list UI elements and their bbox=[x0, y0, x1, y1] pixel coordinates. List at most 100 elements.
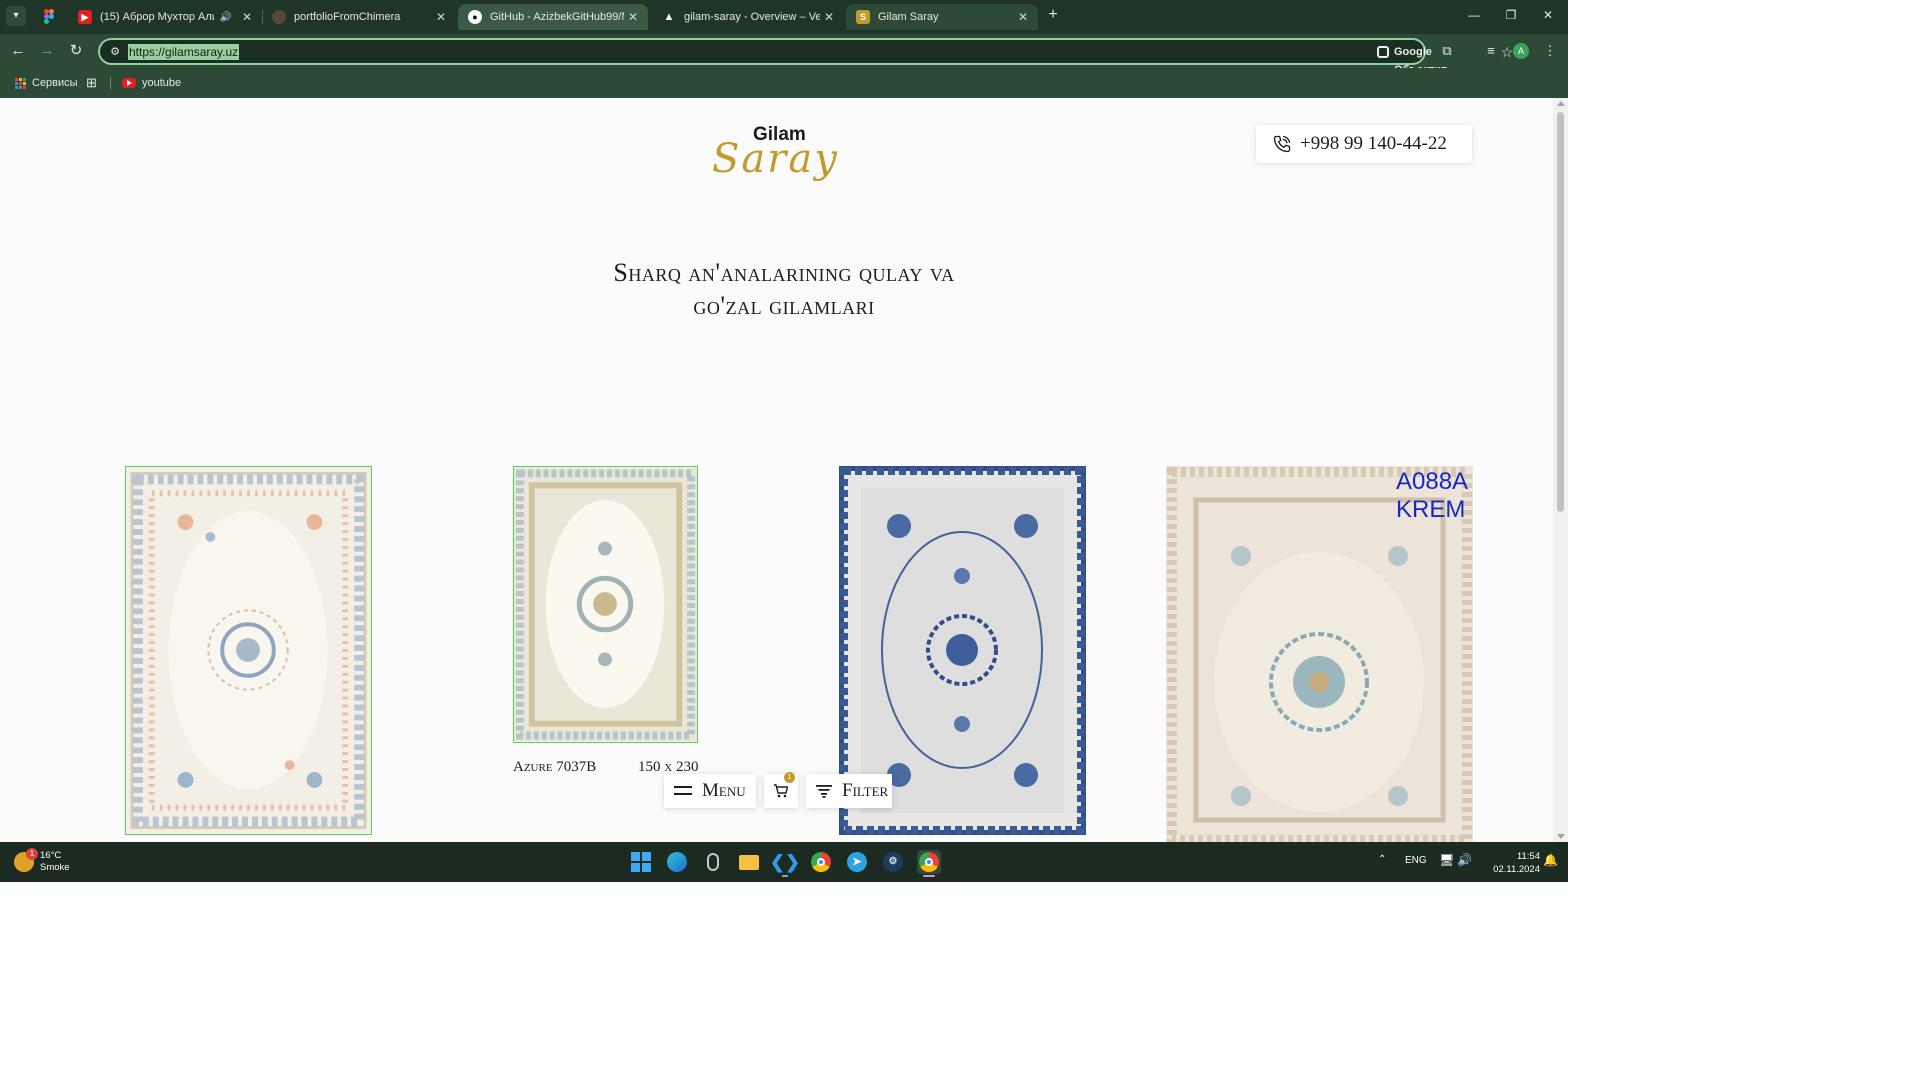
weather-widget[interactable]: 1 16°C Smoke bbox=[14, 848, 70, 875]
product-4-overlay-label: A088A KREM bbox=[1396, 468, 1468, 524]
figma-icon[interactable] bbox=[42, 9, 56, 25]
tab-title: GitHub - AzizbekGitHub99/My bbox=[490, 11, 624, 23]
hamburger-icon bbox=[674, 786, 692, 795]
site-logo[interactable]: Gilam Saray bbox=[710, 122, 860, 186]
extensions-icon[interactable]: ⧉ bbox=[1438, 42, 1456, 60]
phone-icon bbox=[1273, 135, 1291, 153]
tab-gilam-saray[interactable]: S Gilam Saray ✕ bbox=[846, 4, 1038, 30]
bomb-icon bbox=[272, 10, 286, 24]
clock-date: 02.11.2024 bbox=[1493, 864, 1540, 875]
product-2-name: Azure 7037B bbox=[513, 759, 597, 775]
notifications-icon[interactable]: 🔔 bbox=[1543, 853, 1558, 867]
chrome-icon[interactable] bbox=[809, 850, 833, 874]
media-control-icon[interactable]: ≡ bbox=[1482, 42, 1500, 60]
youtube-icon: ▶ bbox=[78, 10, 92, 24]
vscode-icon[interactable]: ❮❯ bbox=[770, 850, 800, 877]
product-card-2-image[interactable] bbox=[513, 466, 698, 743]
phone-button[interactable]: +998 99 140-44-22 bbox=[1256, 125, 1472, 163]
rug-pattern bbox=[126, 467, 371, 834]
hero-title: Sharq an'analarining qulay va go'zal gil… bbox=[520, 256, 1048, 322]
network-icon[interactable]: 🖥 bbox=[1439, 853, 1454, 867]
chrome-profile-icon[interactable] bbox=[917, 850, 941, 877]
windows-taskbar: 1 16°C Smoke ❮❯ ➤ ⚙ ⌃ ENG 🖥 🔊 11:54 02.1… bbox=[0, 842, 1568, 882]
overlay-line-1: A088A bbox=[1396, 468, 1469, 495]
clock-time: 11:54 bbox=[1516, 851, 1540, 862]
filter-label: Filter bbox=[842, 780, 889, 801]
tab-search-button[interactable]: ▾ bbox=[6, 6, 26, 26]
rug-pattern bbox=[514, 467, 697, 742]
scroll-down-icon[interactable] bbox=[1557, 834, 1565, 839]
tab-groups-icon[interactable]: ⊞ bbox=[86, 75, 97, 91]
running-indicator bbox=[782, 875, 788, 877]
tab-close-icon[interactable]: ✕ bbox=[238, 10, 256, 24]
filter-icon bbox=[816, 785, 832, 798]
tab-close-icon[interactable]: ✕ bbox=[624, 10, 642, 24]
forward-icon[interactable]: → bbox=[38, 42, 56, 60]
tab-title: (15) Аброр Мухтор Алий Мухт bbox=[100, 11, 214, 23]
github-icon: ● bbox=[468, 10, 482, 24]
lens-icon bbox=[1377, 46, 1389, 58]
speaker-icon[interactable]: 🔊 bbox=[220, 12, 232, 23]
edge-icon[interactable] bbox=[665, 850, 689, 874]
address-bar[interactable]: ⚙ https://gilamsaray.uz Google Объектив … bbox=[98, 38, 1513, 76]
page-scrollbar[interactable] bbox=[1553, 98, 1568, 842]
youtube-icon bbox=[122, 78, 136, 88]
new-tab-button[interactable]: + bbox=[1043, 6, 1063, 24]
vercel-icon: ▲ bbox=[663, 11, 675, 23]
weather-badge: 1 bbox=[26, 848, 38, 860]
tab-close-icon[interactable]: ✕ bbox=[1014, 10, 1032, 24]
cart-icon bbox=[774, 784, 789, 798]
bookmark-label: youtube bbox=[142, 77, 182, 89]
product-card-1-image[interactable] bbox=[125, 466, 372, 835]
bookmarks-bar: Сервисы ⊞ youtube bbox=[0, 68, 1568, 98]
tab-title: Gilam Saray bbox=[878, 11, 939, 23]
hero-line-2: go'zal gilamlari bbox=[693, 291, 875, 320]
telegram-icon[interactable]: ➤ bbox=[845, 850, 869, 874]
bookmark-label: Сервисы bbox=[32, 77, 78, 89]
tab-strip: ▾ ▶ (15) Аброр Мухтор Алий Мухт 🔊 ✕ port… bbox=[0, 0, 1568, 34]
logo-bottom-text: Saray bbox=[712, 136, 839, 182]
url-text[interactable]: https://gilamsaray.uz bbox=[128, 44, 240, 60]
windows-start-icon[interactable] bbox=[629, 850, 653, 874]
steam-icon[interactable]: ⚙ bbox=[881, 850, 905, 874]
tab-github[interactable]: ● GitHub - AzizbekGitHub99/My ✕ bbox=[458, 4, 648, 30]
scroll-up-icon[interactable] bbox=[1557, 101, 1565, 106]
weather-icon: 1 bbox=[14, 848, 38, 872]
tray-overflow-icon[interactable]: ⌃ bbox=[1378, 854, 1386, 865]
restore-icon[interactable]: ❐ bbox=[1501, 8, 1521, 22]
language-indicator[interactable]: ENG bbox=[1405, 855, 1427, 866]
browser-menu-icon[interactable]: ⋮ bbox=[1541, 42, 1559, 60]
menu-button[interactable]: Menu bbox=[664, 774, 756, 808]
cart-count-badge: 1 bbox=[784, 772, 795, 783]
gilam-saray-icon: S bbox=[856, 10, 870, 24]
tab-close-icon[interactable]: ✕ bbox=[820, 10, 838, 24]
overlay-line-2: KREM bbox=[1396, 496, 1466, 523]
back-icon[interactable]: ← bbox=[9, 42, 27, 60]
tab-close-icon[interactable]: ✕ bbox=[432, 10, 450, 24]
tab-portfolio[interactable]: portfolioFromChimera ✕ bbox=[262, 4, 456, 30]
cart-button[interactable]: 1 bbox=[764, 772, 798, 808]
tab-youtube[interactable]: ▶ (15) Аброр Мухтор Алий Мухт 🔊 ✕ bbox=[68, 4, 263, 30]
menu-label: Menu bbox=[702, 780, 746, 801]
file-explorer-icon[interactable] bbox=[737, 850, 761, 874]
volume-icon[interactable]: 🔊 bbox=[1457, 853, 1472, 867]
system-clock[interactable]: 11:54 02.11.2024 bbox=[1478, 850, 1540, 876]
profile-avatar[interactable]: A bbox=[1513, 43, 1529, 59]
browser-toolbar: ← → ↻ ⚙ https://gilamsaray.uz Google Объ… bbox=[0, 34, 1568, 76]
apps-grid-icon bbox=[15, 77, 26, 89]
bookmark-apps[interactable]: Сервисы bbox=[15, 75, 78, 91]
weather-temp: 16°C bbox=[40, 850, 62, 861]
page-viewport: Gilam Saray +998 99 140-44-22 Sharq an'a… bbox=[0, 98, 1553, 842]
reload-icon[interactable]: ↻ bbox=[67, 42, 85, 60]
tab-vercel[interactable]: ▲ gilam-saray - Overview – Vercel ✕ bbox=[652, 4, 844, 30]
scrollbar-thumb[interactable] bbox=[1557, 112, 1564, 512]
minimize-icon[interactable]: — bbox=[1464, 8, 1484, 22]
copilot-icon[interactable] bbox=[701, 850, 725, 874]
filter-button[interactable]: Filter bbox=[806, 774, 892, 808]
bookmark-youtube[interactable]: youtube bbox=[122, 75, 181, 91]
site-info-icon[interactable]: ⚙ bbox=[108, 45, 122, 59]
close-window-icon[interactable]: ✕ bbox=[1538, 8, 1558, 22]
running-indicator bbox=[923, 875, 935, 877]
phone-number: +998 99 140-44-22 bbox=[1300, 133, 1447, 154]
tab-title: gilam-saray - Overview – Vercel bbox=[684, 11, 820, 23]
